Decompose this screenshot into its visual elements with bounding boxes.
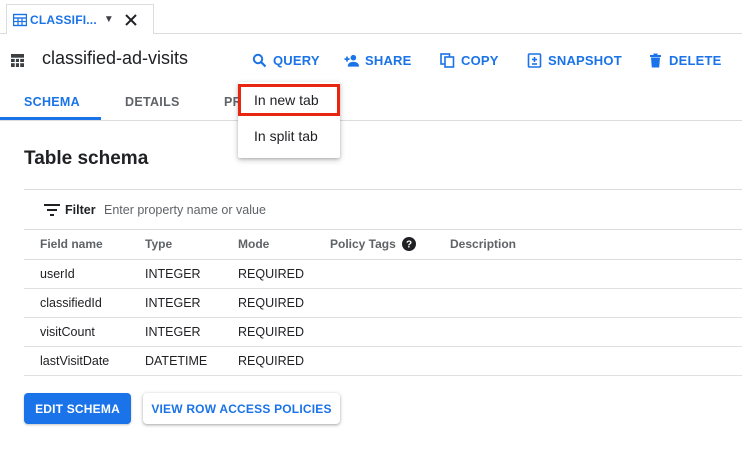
table-header-row: Field name Type Mode Policy Tags? Descri… (24, 230, 742, 260)
cell-type: DATETIME (129, 346, 222, 376)
page-title: classified-ad-visits (42, 48, 189, 68)
edit-schema-button[interactable]: EDIT SCHEMA (24, 393, 131, 424)
policy-tags-label: Policy Tags (330, 237, 396, 252)
column-header-mode: Mode (222, 230, 314, 260)
cell-field-name: visitCount (24, 317, 129, 347)
tab-schema[interactable]: SCHEMA (24, 95, 80, 109)
cell-mode: REQUIRED (222, 317, 314, 347)
cell-type: INTEGER (129, 317, 222, 347)
table-icon (11, 54, 24, 67)
search-icon (252, 53, 267, 67)
close-icon[interactable] (124, 13, 138, 27)
table-icon (13, 13, 27, 26)
cell-type: INTEGER (129, 259, 222, 289)
filter-bar: Filter (24, 189, 742, 230)
snapshot-button-label: SNAPSHOT (548, 52, 622, 68)
cell-description (434, 317, 742, 347)
copy-icon (440, 52, 455, 68)
active-tab-indicator (0, 117, 101, 120)
person-add-icon (344, 54, 359, 67)
cell-field-name: userId (24, 259, 129, 289)
cell-type: INTEGER (129, 288, 222, 318)
delete-button[interactable]: DELETE (648, 50, 721, 70)
query-button-label: QUERY (273, 52, 320, 68)
cell-field-name: classifiedId (24, 288, 129, 318)
help-icon[interactable]: ? (401, 237, 416, 252)
cell-mode: REQUIRED (222, 346, 314, 376)
query-button[interactable]: QUERY (252, 50, 320, 70)
cell-mode: REQUIRED (222, 288, 314, 318)
detail-tabs: SCHEMA DETAILS PR (0, 83, 742, 121)
copy-button-label: COPY (461, 52, 499, 68)
section-title: Table schema (24, 148, 149, 169)
snapshot-icon (527, 52, 542, 68)
menu-item-in-split-tab[interactable]: In split tab (238, 120, 340, 152)
column-header-type: Type (129, 230, 222, 260)
table-row: lastVisitDate DATETIME REQUIRED (24, 346, 742, 376)
cell-mode: REQUIRED (222, 259, 314, 289)
delete-button-label: DELETE (669, 52, 722, 68)
tab-bar: CLASSIFI... ▼ (0, 0, 742, 35)
column-header-policy-tags: Policy Tags? (314, 230, 434, 260)
menu-item-in-new-tab[interactable]: In new tab (238, 84, 340, 116)
filter-icon[interactable] (44, 204, 60, 216)
share-button-label: SHARE (365, 52, 412, 68)
cell-field-name: lastVisitDate (24, 346, 129, 376)
cell-description (434, 346, 742, 376)
cell-description (434, 259, 742, 289)
cell-policy-tags (314, 259, 434, 289)
filter-input[interactable] (104, 199, 404, 221)
copy-button[interactable]: COPY (440, 50, 499, 70)
column-header-field-name: Field name (24, 230, 129, 260)
tab-classified-ad-visits[interactable]: CLASSIFI... ▼ (6, 4, 154, 35)
cell-policy-tags (314, 288, 434, 318)
cell-policy-tags (314, 346, 434, 376)
cell-policy-tags (314, 317, 434, 347)
schema-table: Field name Type Mode Policy Tags? Descri… (24, 230, 742, 376)
cell-description (434, 288, 742, 318)
filter-label: Filter (65, 203, 96, 217)
table-row: classifiedId INTEGER REQUIRED (24, 288, 742, 318)
trash-icon (650, 53, 661, 67)
table-row: userId INTEGER REQUIRED (24, 259, 742, 289)
query-dropdown-menu: In new tab In split tab (238, 82, 340, 158)
view-row-access-policies-button[interactable]: VIEW ROW ACCESS POLICIES (143, 393, 340, 424)
svg-text:?: ? (406, 240, 412, 251)
share-button[interactable]: SHARE (344, 50, 412, 70)
snapshot-button[interactable]: SNAPSHOT (527, 50, 622, 70)
tab-label: CLASSIFI... (30, 12, 97, 27)
tab-details[interactable]: DETAILS (125, 95, 180, 109)
table-row: visitCount INTEGER REQUIRED (24, 317, 742, 347)
chevron-down-icon[interactable]: ▼ (104, 14, 114, 25)
column-header-description: Description (434, 230, 742, 260)
table-header: classified-ad-visits QUERY SHARE COPY SN… (0, 40, 742, 82)
